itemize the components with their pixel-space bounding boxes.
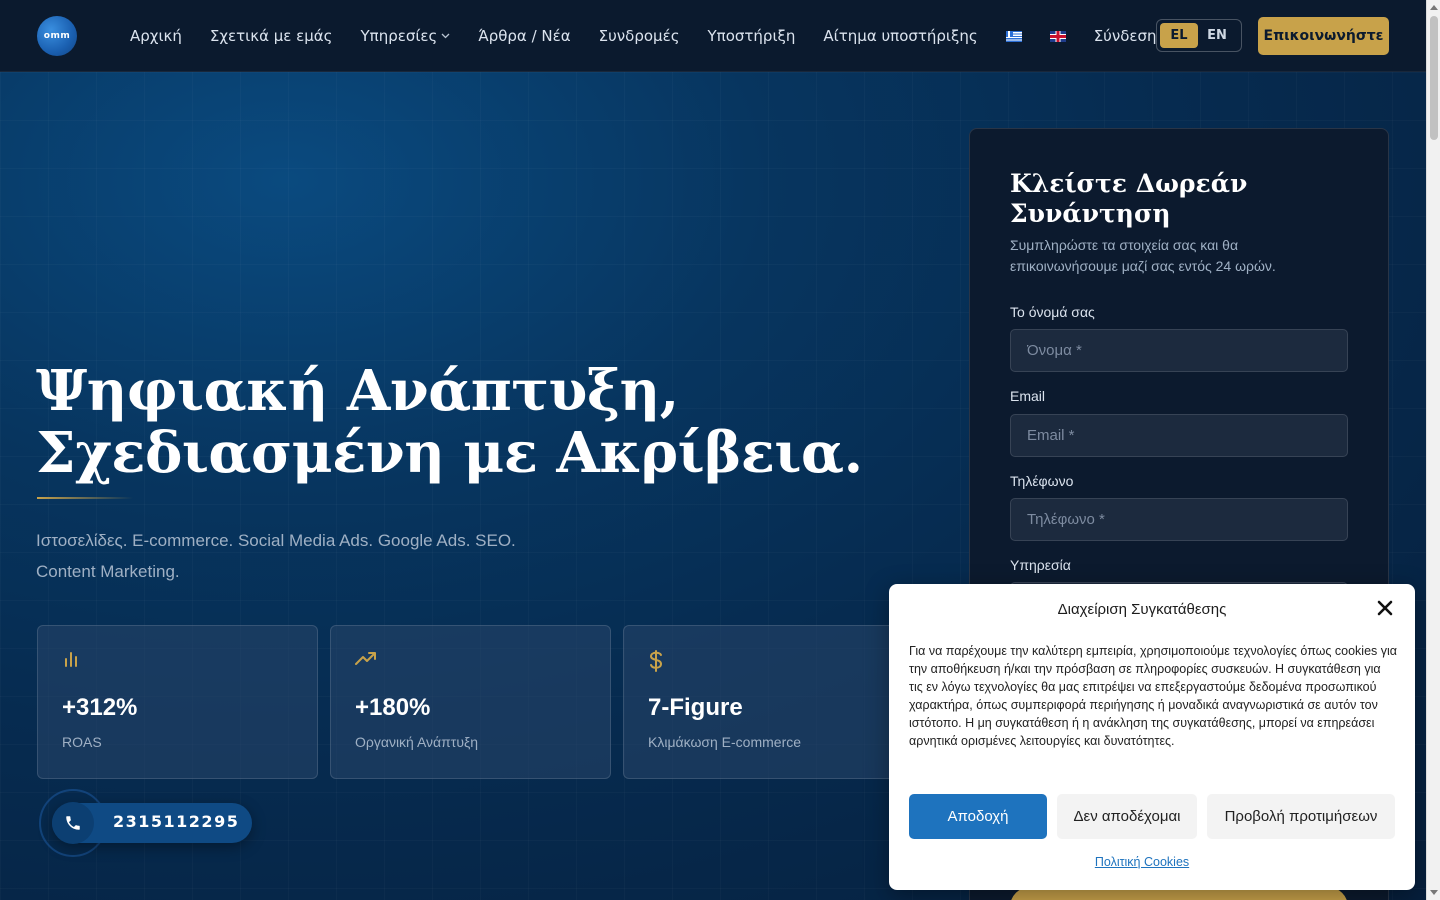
chevron-down-icon	[441, 31, 450, 42]
phone-label: Τηλέφωνο	[1010, 473, 1074, 489]
cookie-text: Για να παρέχουμε την καλύτερη εμπειρία, …	[909, 644, 1398, 748]
nav-item-home[interactable]: Αρχική	[130, 27, 182, 45]
stat-card-ecommerce: 7-Figure Κλιμάκωση E-commerce	[623, 625, 904, 779]
scrollbar-thumb[interactable]	[1430, 16, 1438, 140]
dollar-icon	[648, 650, 670, 672]
nav-item-services[interactable]: Υπηρεσίες	[361, 27, 451, 45]
form-title-line1: Κλείστε Δωρεάν	[1010, 169, 1248, 198]
title-underline	[37, 497, 133, 499]
page-scrollbar[interactable]	[1426, 0, 1440, 900]
scroll-down-arrow-icon[interactable]	[1430, 890, 1438, 895]
stat-value: 7-Figure	[648, 694, 743, 721]
phone-icon[interactable]	[52, 802, 94, 844]
stat-card-organic: +180% Οργανική Ανάπτυξη	[330, 625, 611, 779]
phone-number[interactable]: 2315112295	[113, 812, 239, 831]
stat-value: +180%	[355, 694, 431, 721]
uk-flag-icon[interactable]	[1049, 30, 1066, 42]
email-label: Email	[1010, 388, 1046, 404]
preferences-button[interactable]: Προβολή προτιμήσεων	[1207, 794, 1395, 839]
lang-en-button[interactable]: EN	[1198, 23, 1236, 48]
stat-label: Οργανική Ανάπτυξη	[355, 734, 479, 750]
nav-item-about[interactable]: Σχετικά με εμάς	[210, 27, 333, 45]
hero-title-line1: Ψηφιακή Ανάπτυξη,	[36, 358, 679, 424]
stat-card-roas: +312% ROAS	[37, 625, 318, 779]
cookie-consent-dialog: Διαχείριση Συγκατάθεσης Για να παρέχουμε…	[889, 584, 1415, 890]
lang-el-button[interactable]: EL	[1160, 23, 1198, 48]
scroll-up-arrow-icon[interactable]	[1430, 5, 1438, 10]
login-link[interactable]: Σύνδεση	[1094, 27, 1157, 45]
greek-flag-icon[interactable]	[1005, 30, 1022, 42]
cookie-policy-link[interactable]: Πολιτική Cookies	[889, 855, 1395, 869]
hero-subtitle-line1: Ιστοσελίδες. E-commerce. Social Media Ad…	[36, 531, 516, 550]
language-switch: EL EN	[1156, 19, 1242, 52]
hero-title-line2: Σχεδιασμένη με Ακρίβεια.	[36, 420, 863, 486]
name-input[interactable]	[1010, 329, 1348, 372]
stat-value: +312%	[62, 694, 138, 721]
nav-item-subscriptions[interactable]: Συνδρομές	[599, 27, 680, 45]
email-input[interactable]	[1010, 414, 1348, 457]
hero-subtitle-line2: Content Marketing.	[36, 562, 180, 581]
nav-item-services-label: Υπηρεσίες	[360, 27, 438, 45]
bar-chart-icon	[62, 650, 84, 672]
close-icon[interactable]	[1375, 600, 1395, 620]
stat-label: Κλιμάκωση E-commerce	[648, 734, 802, 750]
form-description: Συμπληρώστε τα στοιχεία σας και θα επικο…	[1010, 237, 1276, 274]
deny-button[interactable]: Δεν αποδέχομαι	[1057, 794, 1197, 839]
accept-button[interactable]: Αποδοχή	[909, 794, 1047, 839]
service-label: Υπηρεσία	[1010, 557, 1071, 573]
site-header: omm Αρχική Σχετικά με εμάς Υπηρεσίες Άρθ…	[0, 0, 1426, 72]
stat-label: ROAS	[62, 734, 102, 750]
form-title: Κλείστε Δωρεάν Συνάντηση	[1010, 169, 1350, 229]
hero-title: Ψηφιακή Ανάπτυξη, Σχεδιασμένη με Ακρίβει…	[36, 360, 916, 484]
hero-subtitle: Ιστοσελίδες. E-commerce. Social Media Ad…	[36, 525, 596, 587]
nav-item-support[interactable]: Υποστήριξη	[708, 27, 796, 45]
logo-text: omm	[43, 31, 71, 41]
phone-input[interactable]	[1010, 498, 1348, 541]
name-label: Το όνομά σας	[1010, 304, 1095, 320]
cookie-title: Διαχείριση Συγκατάθεσης	[1057, 601, 1227, 618]
form-title-line2: Συνάντηση	[1010, 199, 1171, 228]
nav-item-articles[interactable]: Άρθρα / Νέα	[478, 27, 570, 45]
main-nav: Αρχική Σχετικά με εμάς Υπηρεσίες Άρθρα /…	[130, 0, 1185, 72]
nav-item-support-request[interactable]: Αίτημα υποστήριξης	[823, 27, 977, 45]
trending-up-icon	[355, 650, 377, 672]
logo[interactable]: omm	[37, 16, 77, 56]
contact-button[interactable]: Επικοινωνήστε	[1258, 17, 1389, 55]
